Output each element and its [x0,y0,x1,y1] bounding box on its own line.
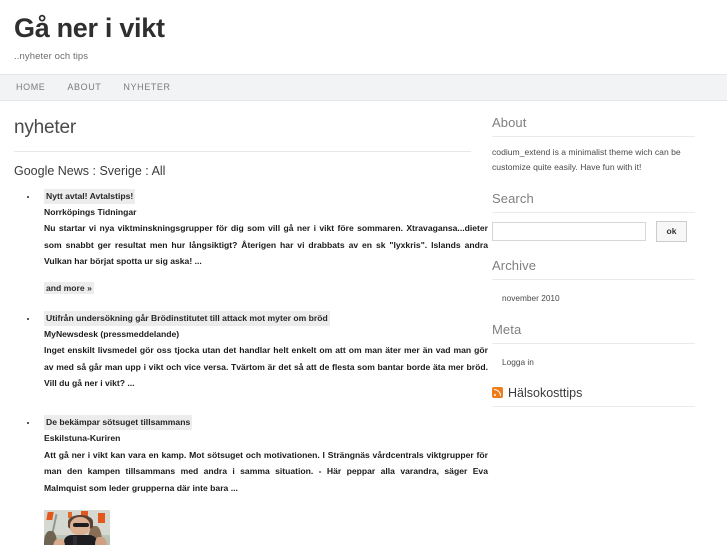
widget-title-search: Search [492,190,534,206]
news-source: Eskilstuna-Kuriren [44,432,121,443]
news-thumbnail-image [44,510,110,545]
site-title: Gå ner i vikt [14,13,165,43]
news-source: Norrköpings Tidningar [44,206,137,217]
primary-navigation: HOME ABOUT NYHETER [0,73,727,101]
widget-title-archive: Archive [492,257,537,273]
and-more-link[interactable]: and more » [44,281,94,294]
page-layout: nyheter Google News : Sverige : All Nytt… [0,101,727,545]
rss-icon[interactable] [492,387,503,399]
widget-feed: Hälsokosttips [492,386,695,407]
widget-meta: Meta Logga in [492,322,695,370]
search-input[interactable] [492,221,646,241]
widget-search: Search ok [492,191,695,242]
news-headline[interactable]: Utifrån undersökning går Brödinstitutet … [44,310,330,326]
widget-title-about: About [492,114,527,130]
list-item: Utifrån undersökning går Brödinstitutet … [38,308,488,392]
meta-list: Logga in [492,352,695,370]
news-snippet: Inget enskilt livsmedel gör oss tjocka u… [44,345,488,389]
search-submit-button[interactable]: ok [656,220,687,242]
news-item: De bekämpar sötsuget tillsammans Eskilst… [38,412,488,496]
search-row: ok [492,220,695,242]
main-content: nyheter Google News : Sverige : All Nytt… [0,101,488,545]
widget-archive: Archive november 2010 [492,258,695,306]
widget-divider [492,342,695,344]
meta-link-logga-in[interactable]: Logga in [502,357,534,367]
page-title: nyheter [14,116,76,138]
widget-divider [492,278,695,280]
list-item: Logga in [502,352,695,370]
list-item: november 2010 [502,288,695,306]
feed-title[interactable]: Hälsokosttips [508,386,582,400]
news-item: Nytt avtal! Avtalstips! Norrköpings Tidn… [38,186,488,270]
feed-source-label: Google News : Sverige : All [14,163,166,178]
site-tagline: ..nyheter och tips [14,50,89,62]
page-root: Gå ner i vikt ..nyheter och tips HOME AB… [0,0,727,545]
widget-divider [492,211,695,213]
about-text: codium_extend is a minimalist theme wich… [492,146,681,172]
news-source: MyNewsdesk (pressmeddelande) [44,328,180,339]
news-headline[interactable]: De bekämpar sötsuget tillsammans [44,414,193,430]
news-list: Nytt avtal! Avtalstips! Norrköpings Tidn… [14,186,488,545]
feed-title-row: Hälsokosttips [492,386,695,400]
news-headline[interactable]: Nytt avtal! Avtalstips! [44,188,136,204]
list-item: De bekämpar sötsuget tillsammans Eskilst… [38,412,488,545]
widget-about: About codium_extend is a minimalist them… [492,115,695,175]
news-item: Utifrån undersökning går Brödinstitutet … [38,308,488,392]
title-divider [14,150,471,152]
nav-item-nyheter[interactable]: NYHETER [123,82,170,92]
widget-title-meta: Meta [492,321,522,337]
news-snippet: Nu startar vi nya viktminskningsgrupper … [44,223,488,267]
archive-list: november 2010 [492,288,695,306]
news-snippet: Att gå ner i vikt kan vara en kamp. Mot … [44,449,488,493]
nav-item-about[interactable]: ABOUT [67,82,101,92]
site-header: Gå ner i vikt ..nyheter och tips [0,0,727,62]
widget-divider [492,135,695,137]
widget-divider [492,405,695,407]
archive-link-november-2010[interactable]: november 2010 [502,293,560,303]
sidebar: About codium_extend is a minimalist them… [480,101,711,423]
list-item: Nytt avtal! Avtalstips! Norrköpings Tidn… [38,186,488,296]
nav-item-home[interactable]: HOME [16,82,45,92]
